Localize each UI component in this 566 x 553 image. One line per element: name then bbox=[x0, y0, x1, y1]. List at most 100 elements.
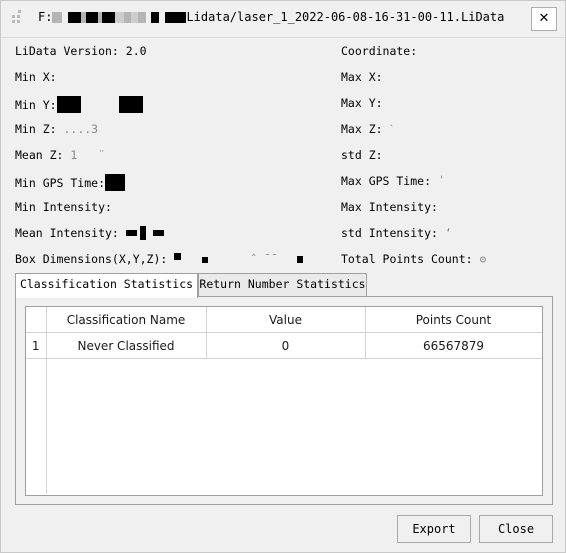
table-empty-row bbox=[26, 413, 542, 440]
field-label: Max Z: bbox=[341, 122, 383, 136]
field-min-z: Min Z: ....3 bbox=[15, 122, 98, 136]
field-max-y: Max Y: bbox=[341, 96, 383, 110]
field-label: Min Y: bbox=[15, 98, 57, 112]
close-icon[interactable]: ✕ bbox=[531, 7, 557, 31]
table-empty-row bbox=[26, 440, 542, 467]
field-value: ‘ bbox=[444, 226, 452, 240]
classification-statistics-table: Classification Name Value Points Count 1… bbox=[26, 307, 542, 494]
redaction-block bbox=[139, 226, 146, 240]
statistics-table-container[interactable]: Classification Name Value Points Count 1… bbox=[25, 306, 543, 496]
field-label: std Z: bbox=[341, 148, 383, 162]
lidata-info-dialog: F: Lidata/laser_1_2022-06-08-16-31-00-11.… bbox=[0, 0, 566, 553]
field-mean-intensity: Mean Intensity: bbox=[15, 226, 164, 240]
empty-area bbox=[46, 440, 542, 467]
column-header-points-count[interactable]: Points Count bbox=[365, 307, 542, 333]
cell-value[interactable]: 0 bbox=[206, 332, 366, 359]
column-header-value[interactable]: Value bbox=[206, 307, 366, 333]
redaction-block bbox=[56, 96, 81, 113]
redaction-block bbox=[131, 12, 139, 23]
table-empty-row bbox=[26, 386, 542, 413]
window-title: F: Lidata/laser_1_2022-06-08-16-31-00-11.… bbox=[38, 10, 504, 24]
field-value: 1 ¨ bbox=[70, 148, 106, 162]
field-max-intensity: Max Intensity: bbox=[341, 200, 438, 214]
empty-area bbox=[46, 413, 542, 440]
column-header-classification-name[interactable]: Classification Name bbox=[46, 307, 207, 333]
row-index-empty bbox=[26, 467, 47, 494]
field-label: Mean Intensity: bbox=[15, 226, 119, 240]
redaction-block bbox=[68, 12, 82, 23]
title-suffix: Lidata/laser_1_2022-06-08-16-31-00-11.Li… bbox=[186, 10, 505, 24]
cell-points-count[interactable]: 66567879 bbox=[365, 332, 542, 359]
redaction-block bbox=[174, 253, 182, 260]
field-value: ˆ ¯¯ bbox=[250, 252, 278, 266]
table-row[interactable]: 1 Never Classified 0 66567879 bbox=[26, 332, 542, 359]
field-label: Max Y: bbox=[341, 96, 383, 110]
tab-return-number-statistics[interactable]: Return Number Statistics bbox=[198, 273, 367, 296]
table-header-row: Classification Name Value Points Count bbox=[26, 307, 542, 333]
redaction-block bbox=[138, 12, 147, 23]
close-button[interactable]: Close bbox=[479, 515, 553, 543]
title-bar: F: Lidata/laser_1_2022-06-08-16-31-00-11.… bbox=[1, 1, 565, 38]
redaction-block bbox=[118, 96, 143, 113]
field-label: std Intensity: bbox=[341, 226, 438, 240]
row-index-empty bbox=[26, 386, 47, 413]
field-min-y: Min Y: bbox=[15, 96, 143, 113]
tab-strip: Classification Statistics Return Number … bbox=[15, 273, 553, 298]
empty-area bbox=[46, 386, 542, 413]
redaction-block bbox=[125, 230, 137, 236]
row-index-empty bbox=[26, 358, 47, 386]
redaction-block bbox=[102, 12, 116, 23]
redaction-block bbox=[152, 230, 164, 236]
row-index[interactable]: 1 bbox=[26, 332, 47, 359]
redaction-block bbox=[202, 257, 209, 263]
field-label: Box Dimensions(X,Y,Z): bbox=[15, 252, 168, 266]
row-index-empty bbox=[26, 413, 47, 440]
field-value: ˋ bbox=[389, 122, 394, 136]
redaction-block bbox=[165, 12, 187, 23]
cell-classification-name[interactable]: Never Classified bbox=[46, 332, 207, 359]
redaction-block bbox=[52, 12, 63, 23]
field-min-gps-time: Min GPS Time: bbox=[15, 174, 126, 191]
tab-classification-statistics[interactable]: Classification Statistics bbox=[15, 273, 198, 298]
field-coordinate: Coordinate: bbox=[341, 44, 417, 58]
field-label: Min X: bbox=[15, 70, 57, 84]
table-corner-header[interactable] bbox=[26, 307, 47, 333]
field-label: LiData Version: bbox=[15, 44, 119, 58]
field-max-x: Max X: bbox=[341, 70, 383, 84]
field-min-x: Min X: bbox=[15, 70, 57, 84]
field-label: Max X: bbox=[341, 70, 383, 84]
field-mean-z: Mean Z: 1 ¨ bbox=[15, 148, 105, 162]
tab-panel: Classification Name Value Points Count 1… bbox=[15, 296, 553, 505]
field-value: ʘ bbox=[479, 252, 487, 266]
field-label: Min Z: bbox=[15, 122, 57, 136]
field-value: ʹ bbox=[437, 174, 445, 188]
field-max-z: Max Z: ˋ bbox=[341, 122, 393, 136]
field-lidata-version: LiData Version: 2.0 bbox=[15, 44, 147, 58]
export-button[interactable]: Export bbox=[397, 515, 471, 543]
redaction-block bbox=[115, 12, 125, 23]
redaction-block bbox=[124, 12, 132, 23]
redaction-block bbox=[296, 256, 303, 263]
field-max-gps-time: Max GPS Time: ʹ bbox=[341, 174, 445, 188]
field-min-intensity: Min Intensity: bbox=[15, 200, 112, 214]
table-empty-row bbox=[26, 358, 542, 386]
field-box-dimensions: Box Dimensions(X,Y,Z): ˆ ¯¯ bbox=[15, 252, 303, 266]
redaction-block bbox=[86, 12, 99, 23]
field-std-z: std Z: bbox=[341, 148, 383, 162]
redaction-block bbox=[151, 12, 160, 23]
field-label: Max Intensity: bbox=[341, 200, 438, 214]
title-prefix: F: bbox=[38, 10, 53, 24]
field-label: Coordinate: bbox=[341, 44, 418, 58]
field-total-points-count: Total Points Count: ʘ bbox=[341, 252, 486, 266]
field-label: Mean Z: bbox=[15, 148, 64, 162]
field-label: Max GPS Time: bbox=[341, 174, 432, 188]
field-value: 2.0 bbox=[125, 44, 147, 58]
table-empty-row bbox=[26, 467, 542, 494]
field-label: Min Intensity: bbox=[15, 200, 112, 214]
metadata-panel: LiData Version: 2.0 Min X: Min Y: Min Z:… bbox=[1, 38, 565, 268]
field-std-intensity: std Intensity: ‘ bbox=[341, 226, 452, 240]
resize-grip-icon bbox=[11, 9, 25, 23]
empty-area bbox=[46, 358, 542, 386]
field-label: Min GPS Time: bbox=[15, 176, 106, 190]
empty-area bbox=[46, 467, 542, 494]
